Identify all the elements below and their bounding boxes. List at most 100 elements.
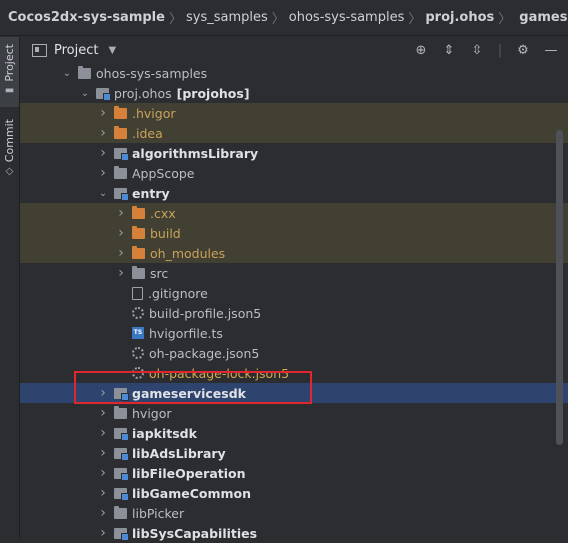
tree-item-label: .gitignore (148, 285, 208, 301)
tree-item-appscope[interactable]: › AppScope (20, 163, 568, 183)
breadcrumb-item-proj-ohos[interactable]: proj.ohos (425, 10, 494, 25)
breadcrumb-item-root[interactable]: Cocos2dx-sys-sample (8, 10, 165, 25)
chevron-right-icon[interactable]: › (96, 405, 110, 421)
tree-item-label: .cxx (150, 205, 176, 221)
breadcrumb-item-gameservicesdk[interactable]: gameservicesdk (519, 10, 568, 25)
chevron-right-icon[interactable]: › (96, 525, 110, 541)
breadcrumb-separator: 〉 (408, 12, 422, 27)
project-view-icon (32, 43, 47, 57)
tree-item-label: .hvigor (132, 105, 176, 121)
chevron-right-icon[interactable]: › (96, 385, 110, 401)
chevron-right-icon[interactable]: › (114, 205, 128, 221)
chevron-right-icon[interactable]: › (96, 465, 110, 481)
locate-icon[interactable]: ⊕ (412, 41, 430, 59)
tree-item-label: build-profile.json5 (149, 305, 262, 321)
tree-item-build[interactable]: › build (20, 223, 568, 243)
module-folder-icon (114, 467, 129, 481)
tree-item-algorithmslibrary[interactable]: › algorithmsLibrary (20, 143, 568, 163)
tree-item-label: gameservicesdk (132, 385, 246, 401)
tree-item-idea[interactable]: › .idea (20, 123, 568, 143)
minimize-icon[interactable]: — (542, 41, 560, 59)
tree-item-hvigor[interactable]: › hvigor (20, 403, 568, 423)
tree-item-gameservicesdk[interactable]: › gameservicesdk (20, 383, 568, 403)
chevron-right-icon[interactable]: › (96, 505, 110, 521)
chevron-right-icon[interactable]: › (96, 425, 110, 441)
tree-item-hvigor[interactable]: › .hvigor (20, 103, 568, 123)
tree-item-label: oh_modules (150, 245, 226, 261)
tree-item-libpicker[interactable]: › libPicker (20, 503, 568, 523)
tab-commit[interactable]: Commit ◇ (0, 115, 19, 185)
gear-icon[interactable]: ⚙ (514, 41, 532, 59)
tree-item-libsyscapabilities[interactable]: › libSysCapabilities (20, 523, 568, 543)
tree-item-label: oh-package.json5 (149, 345, 260, 361)
collapse-all-icon[interactable]: ⇳ (468, 41, 486, 59)
breadcrumb-separator: 〉 (498, 12, 512, 27)
tree-item-libgamecommon[interactable]: › libGameCommon (20, 483, 568, 503)
chevron-right-icon[interactable]: › (114, 225, 128, 241)
excluded-folder-icon (132, 245, 145, 259)
module-folder-icon (114, 527, 129, 541)
tree-item-src[interactable]: › src (20, 263, 568, 283)
tree-item-label: libSysCapabilities (132, 525, 258, 541)
toolbar-divider: | (497, 42, 503, 58)
tree-item-oh-package-lock-json5[interactable]: oh-package-lock.json5 (20, 363, 568, 383)
tree-item-label: AppScope (132, 165, 195, 181)
tree-item-label: iapkitsdk (132, 425, 197, 441)
folder-icon (132, 265, 145, 279)
chevron-down-icon[interactable]: ⌄ (78, 88, 92, 99)
chevron-down-icon[interactable]: ⌄ (60, 68, 74, 79)
tree-item-label: hvigorfile.ts (149, 325, 223, 341)
tree-item-hvigorfile-ts[interactable]: TS hvigorfile.ts (20, 323, 568, 343)
commit-icon: ◇ (5, 166, 14, 178)
tree-item-label: oh-package-lock.json5 (149, 365, 290, 381)
tree-item-label: src (150, 265, 169, 281)
vertical-scrollbar[interactable] (556, 130, 563, 445)
chevron-right-icon[interactable]: › (96, 445, 110, 461)
tree-item-build-profile-json5[interactable]: build-profile.json5 (20, 303, 568, 323)
tree-item-proj-ohos[interactable]: ⌄ proj.ohos [projohos] (20, 83, 568, 103)
tree-item-label: libFileOperation (132, 465, 246, 481)
tree-item-label: algorithmsLibrary (132, 145, 259, 161)
chevron-right-icon[interactable]: › (96, 485, 110, 501)
module-folder-icon (114, 387, 129, 401)
tree-item-label: build (150, 225, 181, 241)
panel-toolbar: ⊕ ⇕ ⇳ | ⚙ — (412, 41, 560, 59)
tree-item-cxx[interactable]: › .cxx (20, 203, 568, 223)
breadcrumb-item-ohos-sys-samples[interactable]: ohos-sys-samples (289, 10, 405, 25)
expand-all-icon[interactable]: ⇕ (440, 41, 458, 59)
folder-icon (114, 405, 127, 419)
folder-icon (78, 65, 91, 79)
panel-title[interactable]: Project (54, 43, 98, 58)
chevron-right-icon[interactable]: › (96, 125, 110, 141)
file-icon (132, 286, 143, 300)
chevron-right-icon[interactable]: › (114, 245, 128, 261)
chevron-right-icon[interactable]: › (96, 145, 110, 161)
tree-item-iapkitsdk[interactable]: › iapkitsdk (20, 423, 568, 443)
typescript-file-icon: TS (132, 327, 144, 339)
tree-item-libadslibrary[interactable]: › libAdsLibrary (20, 443, 568, 463)
tree-item-label: proj.ohos (114, 85, 172, 101)
module-folder-icon (114, 447, 129, 461)
folder-icon (114, 505, 127, 519)
chevron-right-icon[interactable]: › (114, 265, 128, 281)
chevron-down-icon[interactable]: ⌄ (96, 188, 110, 199)
tree-item-entry[interactable]: ⌄ entry (20, 183, 568, 203)
breadcrumb-separator: 〉 (168, 12, 182, 27)
chevron-down-icon[interactable]: ▼ (108, 45, 116, 56)
module-folder-icon (114, 147, 129, 161)
tree-item-label: hvigor (132, 405, 172, 421)
folder-icon (114, 165, 127, 179)
config-file-icon (132, 307, 144, 319)
tree-item-gitignore[interactable]: .gitignore (20, 283, 568, 303)
project-tree[interactable]: ⌄ ohos-sys-samples ⌄ proj.ohos [projohos] › .h… (20, 63, 568, 541)
tree-item-ohos-sys-samples[interactable]: ⌄ ohos-sys-samples (20, 63, 568, 83)
tab-project[interactable]: Project ▬ (0, 37, 19, 107)
tree-item-label: .idea (132, 125, 163, 141)
tree-item-label: libPicker (132, 505, 185, 521)
chevron-right-icon[interactable]: › (96, 165, 110, 181)
tree-item-oh-modules[interactable]: › oh_modules (20, 243, 568, 263)
breadcrumb-item-sys-samples[interactable]: sys_samples (186, 10, 268, 25)
chevron-right-icon[interactable]: › (96, 105, 110, 121)
tree-item-libfileoperation[interactable]: › libFileOperation (20, 463, 568, 483)
tree-item-oh-package-json5[interactable]: oh-package.json5 (20, 343, 568, 363)
